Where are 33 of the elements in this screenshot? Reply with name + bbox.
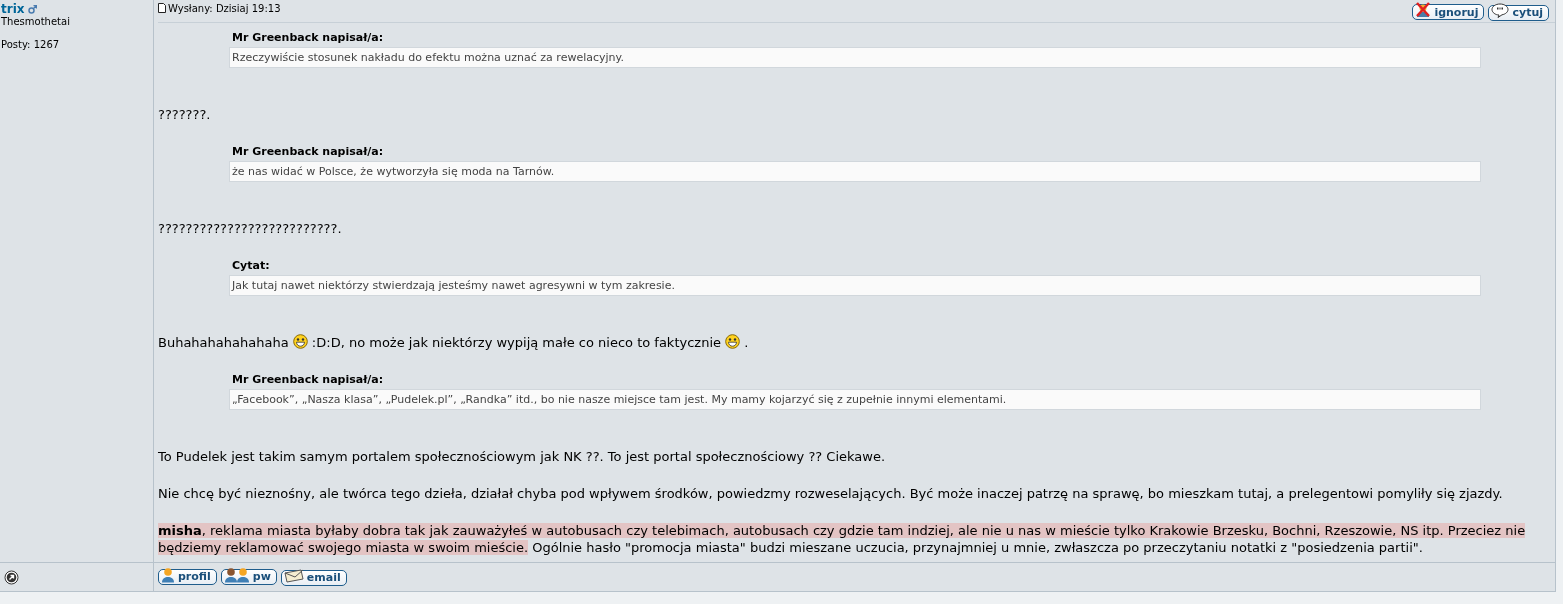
quote-text: Rzeczywiście stosunek nakładu do efektu można uznać za rewelacyjny. xyxy=(229,47,1481,68)
private-message-button[interactable]: pw xyxy=(220,568,277,585)
male-icon xyxy=(27,4,37,14)
profile-button[interactable]: profil xyxy=(158,568,217,585)
quote-author: Mr Greenback napisał/a: xyxy=(231,373,385,388)
post-text: Nie chcę być nieznośny, ale twórca tego dzieła, działał chyba pod wpływem środków, powiedzmy rozweselających. Być może inaczej patrzę na sprawę, bo mieszkam tutaj, a prelegentowi pomyliły się zjazdy. xyxy=(158,485,1504,502)
post-text: ???????. xyxy=(158,106,212,123)
quote-author: Mr Greenback napisał/a: xyxy=(231,145,385,160)
post-text: ??????????????????????????. xyxy=(158,220,343,237)
quote-author: Cytat: xyxy=(231,259,271,274)
smiley-icon xyxy=(292,334,308,349)
quote-text: „Facebook”, „Nasza klasa”, „Pudelek.pl”, „Randka” itd., bo nie nasze miejsce tam jest. My mamy kojarzyć się z zupełnie innymi elementami. xyxy=(229,389,1481,410)
post-text: misha, reklama miasta byłaby dobra tak jak zauważyłeś w autobusach czy telebimach, autobusach czy gdzie tam indziej, ale nie u nas w mieście tylko Krakowie Brzesku, Bochni, Rzeszowie, NS itp. Przeciez nie będziemy reklamować swojego miasta w swoim mieście. Ogólnie hasło "promocja miasta" budzi mieszane uczucia, przynajmniej u mnie, zwłaszcza po przeczytaniu notatki z "posiedzenia partii". xyxy=(158,522,1527,556)
go-to-top-icon[interactable] xyxy=(4,569,19,585)
person-icon xyxy=(161,566,175,583)
quote-text: Jak tutaj nawet niektórzy stwierdzają jesteśmy nawet agresywni w tym zakresie. xyxy=(229,275,1481,296)
email-button[interactable]: email xyxy=(280,569,347,586)
author-name[interactable]: trix xyxy=(1,2,25,16)
post-text: To Pudelek jest takim samym portalem społecznościowym jak NK ??. To jest portal społecznościowy ?? Ciekawe. xyxy=(158,448,887,465)
ignore-button[interactable]: ignoruj xyxy=(1412,4,1485,20)
author-rank: Thesmothetai xyxy=(1,16,71,27)
person-crossed-icon xyxy=(1415,2,1432,18)
smiley-icon xyxy=(725,334,741,349)
post-date: Wysłany: Dzisiaj 19:13 xyxy=(168,2,281,14)
quote-button[interactable]: cytuj xyxy=(1488,4,1549,21)
post-text: Buhahahahahahaha :D:D, no może jak niektórzy wypiją małe co nieco to faktycznie . xyxy=(158,334,750,351)
document-icon xyxy=(158,3,166,13)
two-people-icon xyxy=(223,566,250,583)
quote-author: Mr Greenback napisał/a: xyxy=(231,31,385,46)
speech-bubble-icon xyxy=(1491,3,1510,18)
post-count: Posty: 1267 xyxy=(1,39,61,50)
quote-text: że nas widać w Polsce, że wytworzyła się moda na Tarnów. xyxy=(229,161,1481,182)
envelope-icon xyxy=(283,568,304,583)
